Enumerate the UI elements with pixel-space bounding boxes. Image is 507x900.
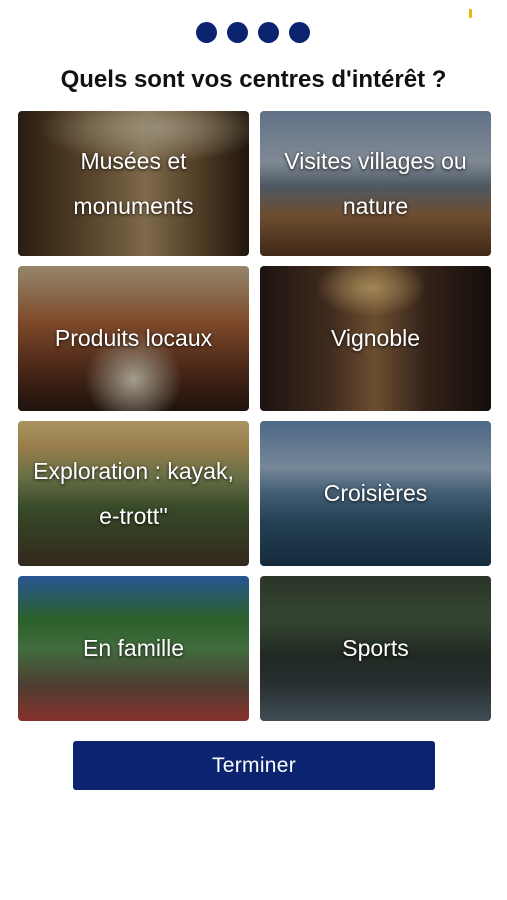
label-line: e-trott'' (99, 502, 168, 529)
interest-tile-label: Sports (342, 635, 409, 661)
interest-tile-family[interactable]: En famille (18, 576, 249, 721)
interest-tile-vineyard[interactable]: Vignoble (260, 266, 491, 411)
interest-grid: Musées et monuments Visites villages ou … (18, 111, 491, 721)
interest-tile-villages-nature[interactable]: Visites villages ou nature (260, 111, 491, 256)
interest-tile-cruises[interactable]: Croisières (260, 421, 491, 566)
interest-tile-label: Exploration : kayak, e-trott'' (27, 449, 240, 539)
step-dot-2 (227, 22, 248, 43)
step-indicator (196, 22, 310, 43)
interest-tile-label: Vignoble (330, 325, 421, 351)
interest-tile-local-products[interactable]: Produits locaux (18, 266, 249, 411)
step-dot-4 (289, 22, 310, 43)
interest-tile-label: Visites villages ou nature (278, 139, 472, 229)
status-indicator (469, 9, 472, 18)
interest-tile-label: Produits locaux (54, 325, 213, 351)
page-title: Quels sont vos centres d'intérêt ? (60, 66, 447, 93)
label-line: Visites villages ou (284, 147, 467, 174)
interest-tile-label: Croisières (323, 480, 428, 506)
step-dot-3 (258, 22, 279, 43)
label-line: Musées et (80, 147, 187, 174)
label-line: monuments (73, 192, 194, 219)
interest-tile-label: Musées et monuments (67, 139, 199, 229)
interest-tile-exploration[interactable]: Exploration : kayak, e-trott'' (18, 421, 249, 566)
finish-button[interactable]: Terminer (73, 741, 435, 790)
label-line: Exploration : kayak, (33, 457, 234, 484)
interest-tile-label: En famille (83, 635, 184, 661)
label-line: nature (342, 192, 409, 219)
step-dot-1 (196, 22, 217, 43)
interests-screen: Quels sont vos centres d'intérêt ? Musée… (0, 0, 507, 900)
interest-tile-museums[interactable]: Musées et monuments (18, 111, 249, 256)
interest-tile-sports[interactable]: Sports (260, 576, 491, 721)
